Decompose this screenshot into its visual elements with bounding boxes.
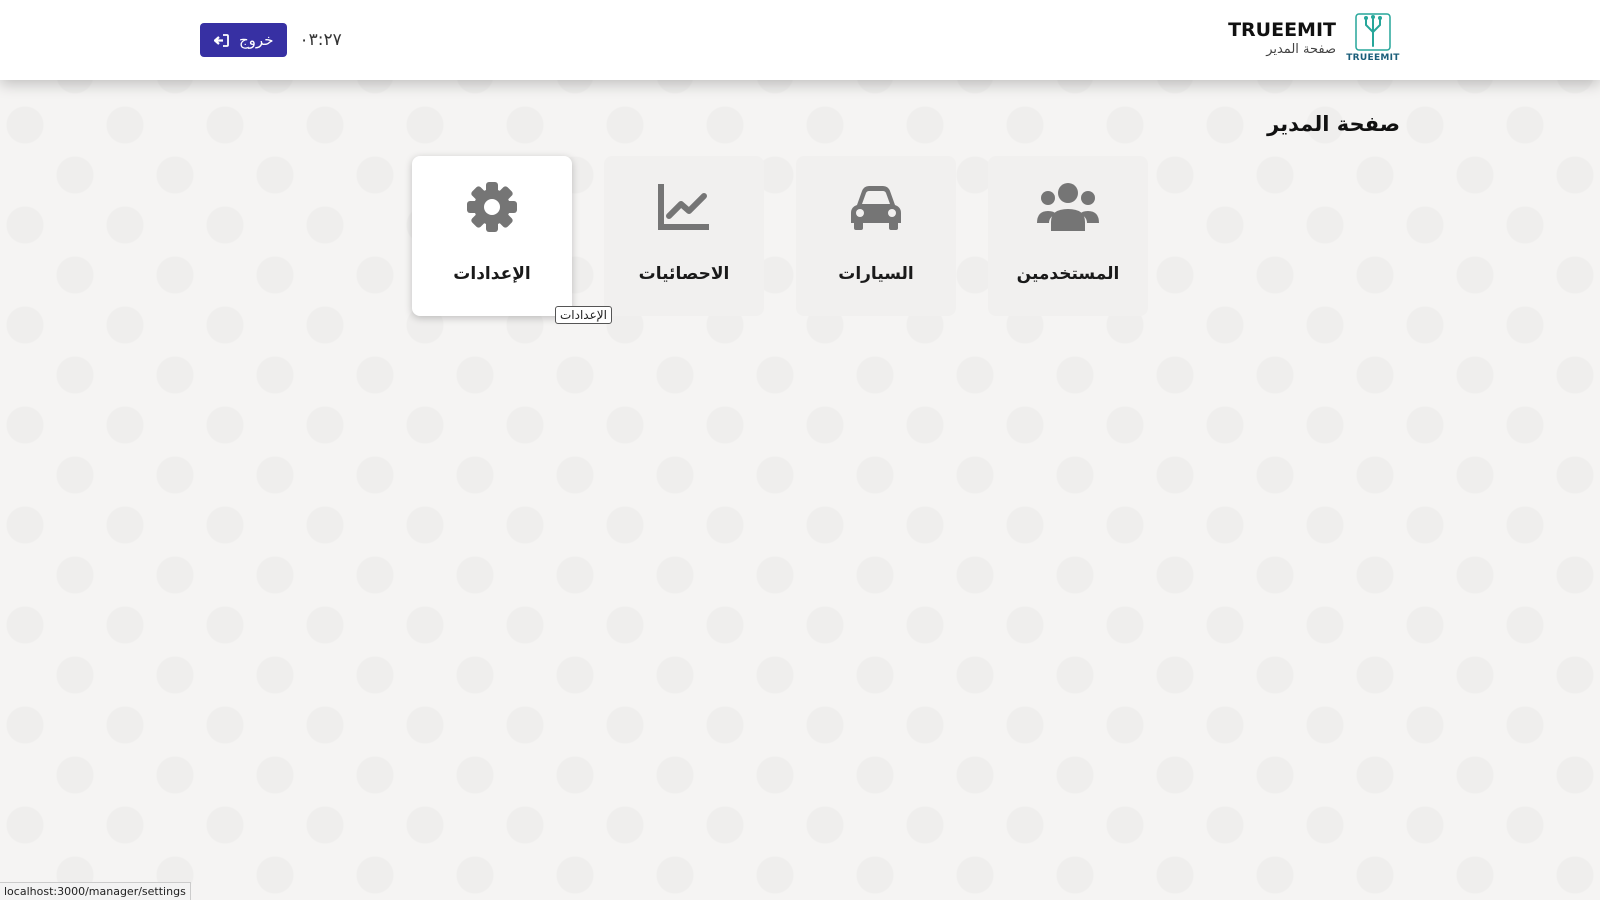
gear-icon xyxy=(459,180,525,234)
header-actions: خروج ٠٣:٢٧ xyxy=(200,23,342,57)
logout-button[interactable]: خروج xyxy=(200,23,288,57)
card-users-label: المستخدمين xyxy=(1016,264,1120,284)
logo-tree-icon xyxy=(1355,13,1391,51)
card-statistics-label: الاحصائيات xyxy=(638,264,730,284)
brand-subtitle: صفحة المدير xyxy=(1266,42,1336,57)
clock: ٠٣:٢٧ xyxy=(299,30,342,50)
dashboard-cards: المستخدمين السيارات الاحصائيات الإعدادات xyxy=(412,156,1148,316)
card-settings-label: الإعدادات xyxy=(453,264,531,284)
status-bar-url: localhost:3000/manager/settings xyxy=(0,882,191,900)
card-settings[interactable]: الإعدادات xyxy=(412,156,572,316)
chart-line-icon xyxy=(651,180,717,234)
card-statistics[interactable]: الاحصائيات xyxy=(604,156,764,316)
logo-text: TRUEEMIT xyxy=(1346,53,1400,63)
page-title: صفحة المدير xyxy=(1267,112,1400,136)
car-icon xyxy=(843,180,909,234)
brand-name: TRUEEMIT xyxy=(1228,19,1336,41)
card-cars-label: السيارات xyxy=(838,264,914,284)
brand[interactable]: TRUEEMIT TRUEEMIT صفحة المدير xyxy=(1228,12,1400,66)
logo: TRUEEMIT xyxy=(1346,12,1400,66)
users-icon xyxy=(1035,180,1101,234)
top-header: TRUEEMIT TRUEEMIT صفحة المدير خروج ٠٣:٢٧ xyxy=(0,0,1600,80)
card-cars[interactable]: السيارات xyxy=(796,156,956,316)
brand-text: TRUEEMIT صفحة المدير xyxy=(1228,19,1336,59)
tooltip: الإعدادات xyxy=(555,306,612,324)
logout-label: خروج xyxy=(239,31,274,49)
card-users[interactable]: المستخدمين xyxy=(988,156,1148,316)
logout-icon xyxy=(214,33,229,47)
